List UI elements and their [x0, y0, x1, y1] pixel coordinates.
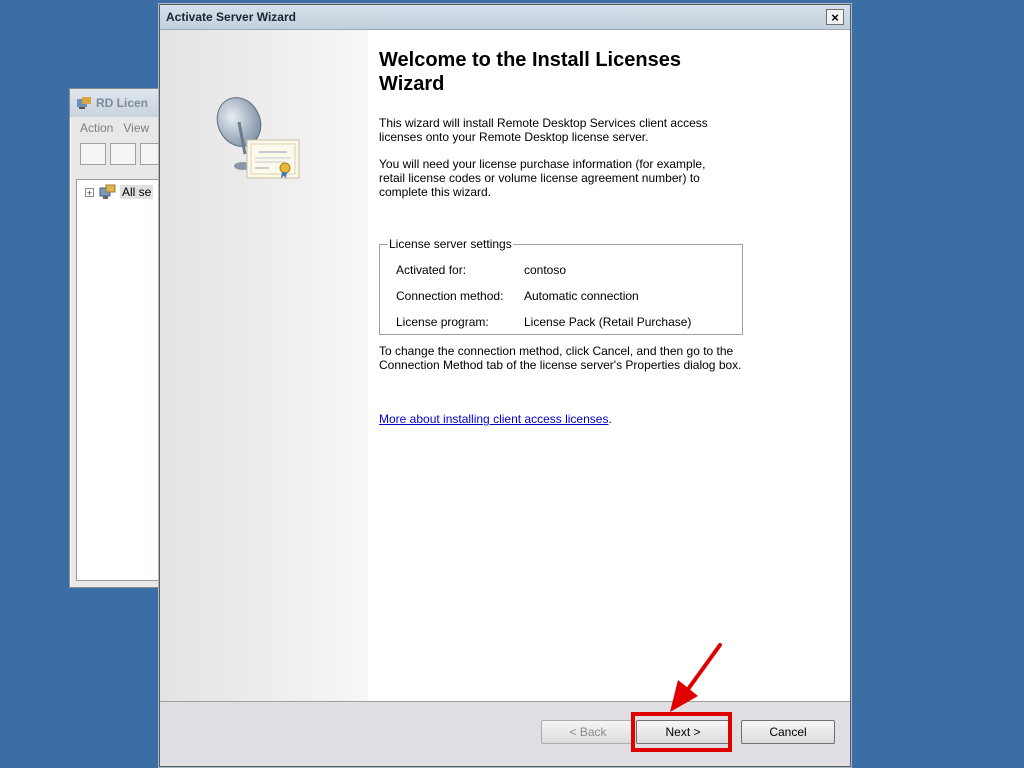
- intro-text: This wizard will install Remote Desktop …: [379, 116, 708, 144]
- license-server-settings-group: License server settings Activated for: c…: [379, 237, 743, 335]
- tree-item-label: All se: [120, 185, 154, 199]
- wizard-heading: Welcome to the Install Licenses Wizard: [379, 49, 681, 95]
- wizard-title: Activate Server Wizard: [166, 10, 296, 24]
- next-button[interactable]: Next >: [636, 720, 730, 744]
- bg-window-title: RD Licen: [96, 96, 149, 110]
- setting-row-connection-method: Connection method: Automatic connection: [396, 283, 742, 309]
- rd-licensing-app-icon: [77, 97, 91, 109]
- wizard-titlebar[interactable]: Activate Server Wizard ×: [160, 5, 850, 30]
- wizard-side-panel: [160, 30, 368, 702]
- setting-label: License program:: [396, 315, 489, 329]
- bg-window-titlebar: RD Licen: [70, 89, 170, 117]
- setting-row-activated-for: Activated for: contoso: [396, 257, 742, 283]
- setting-value: Automatic connection: [524, 289, 639, 303]
- menu-view[interactable]: View: [123, 121, 149, 135]
- cancel-button[interactable]: Cancel: [741, 720, 835, 744]
- bg-toolbar: [70, 139, 170, 169]
- setting-label: Connection method:: [396, 289, 504, 303]
- license-certificate-satellite-icon: [216, 97, 300, 179]
- close-button[interactable]: ×: [826, 9, 844, 25]
- change-instructions-text: To change the connection method, click C…: [379, 344, 742, 372]
- bg-menu-bar: Action View: [70, 117, 170, 139]
- tree-node-all-servers[interactable]: + All se: [85, 184, 170, 200]
- toolbar-button-2[interactable]: [110, 143, 136, 165]
- toolbar-button-1[interactable]: [80, 143, 106, 165]
- wizard-footer: < Back Next > Cancel: [160, 701, 850, 766]
- more-about-cals-link[interactable]: More about installing client access lice…: [379, 412, 608, 426]
- red-arrow-icon: [670, 643, 722, 712]
- more-link-suffix: .: [608, 412, 612, 426]
- setting-value: License Pack (Retail Purchase): [524, 315, 692, 329]
- settings-legend: License server settings: [389, 237, 512, 251]
- expand-plus-icon[interactable]: +: [85, 187, 94, 197]
- servers-icon: [99, 184, 116, 199]
- more-link-container: More about installing client access lice…: [379, 372, 839, 426]
- back-button: < Back: [541, 720, 635, 744]
- setting-value: contoso: [524, 263, 567, 277]
- menu-action[interactable]: Action: [80, 121, 113, 135]
- close-icon: ×: [831, 9, 839, 25]
- setting-row-license-program: License program: License Pack (Retail Pu…: [396, 309, 742, 335]
- activate-server-wizard-dialog: Activate Server Wizard × Welcome to the …: [159, 4, 851, 767]
- wizard-content: Welcome to the Install Licenses Wizard T…: [379, 30, 839, 426]
- rd-licensing-manager-window: RD Licen Action View + All se: [69, 88, 171, 588]
- setting-label: Activated for:: [396, 263, 467, 277]
- server-tree: + All se: [76, 179, 170, 581]
- requirements-text: You will need your license purchase info…: [379, 157, 706, 199]
